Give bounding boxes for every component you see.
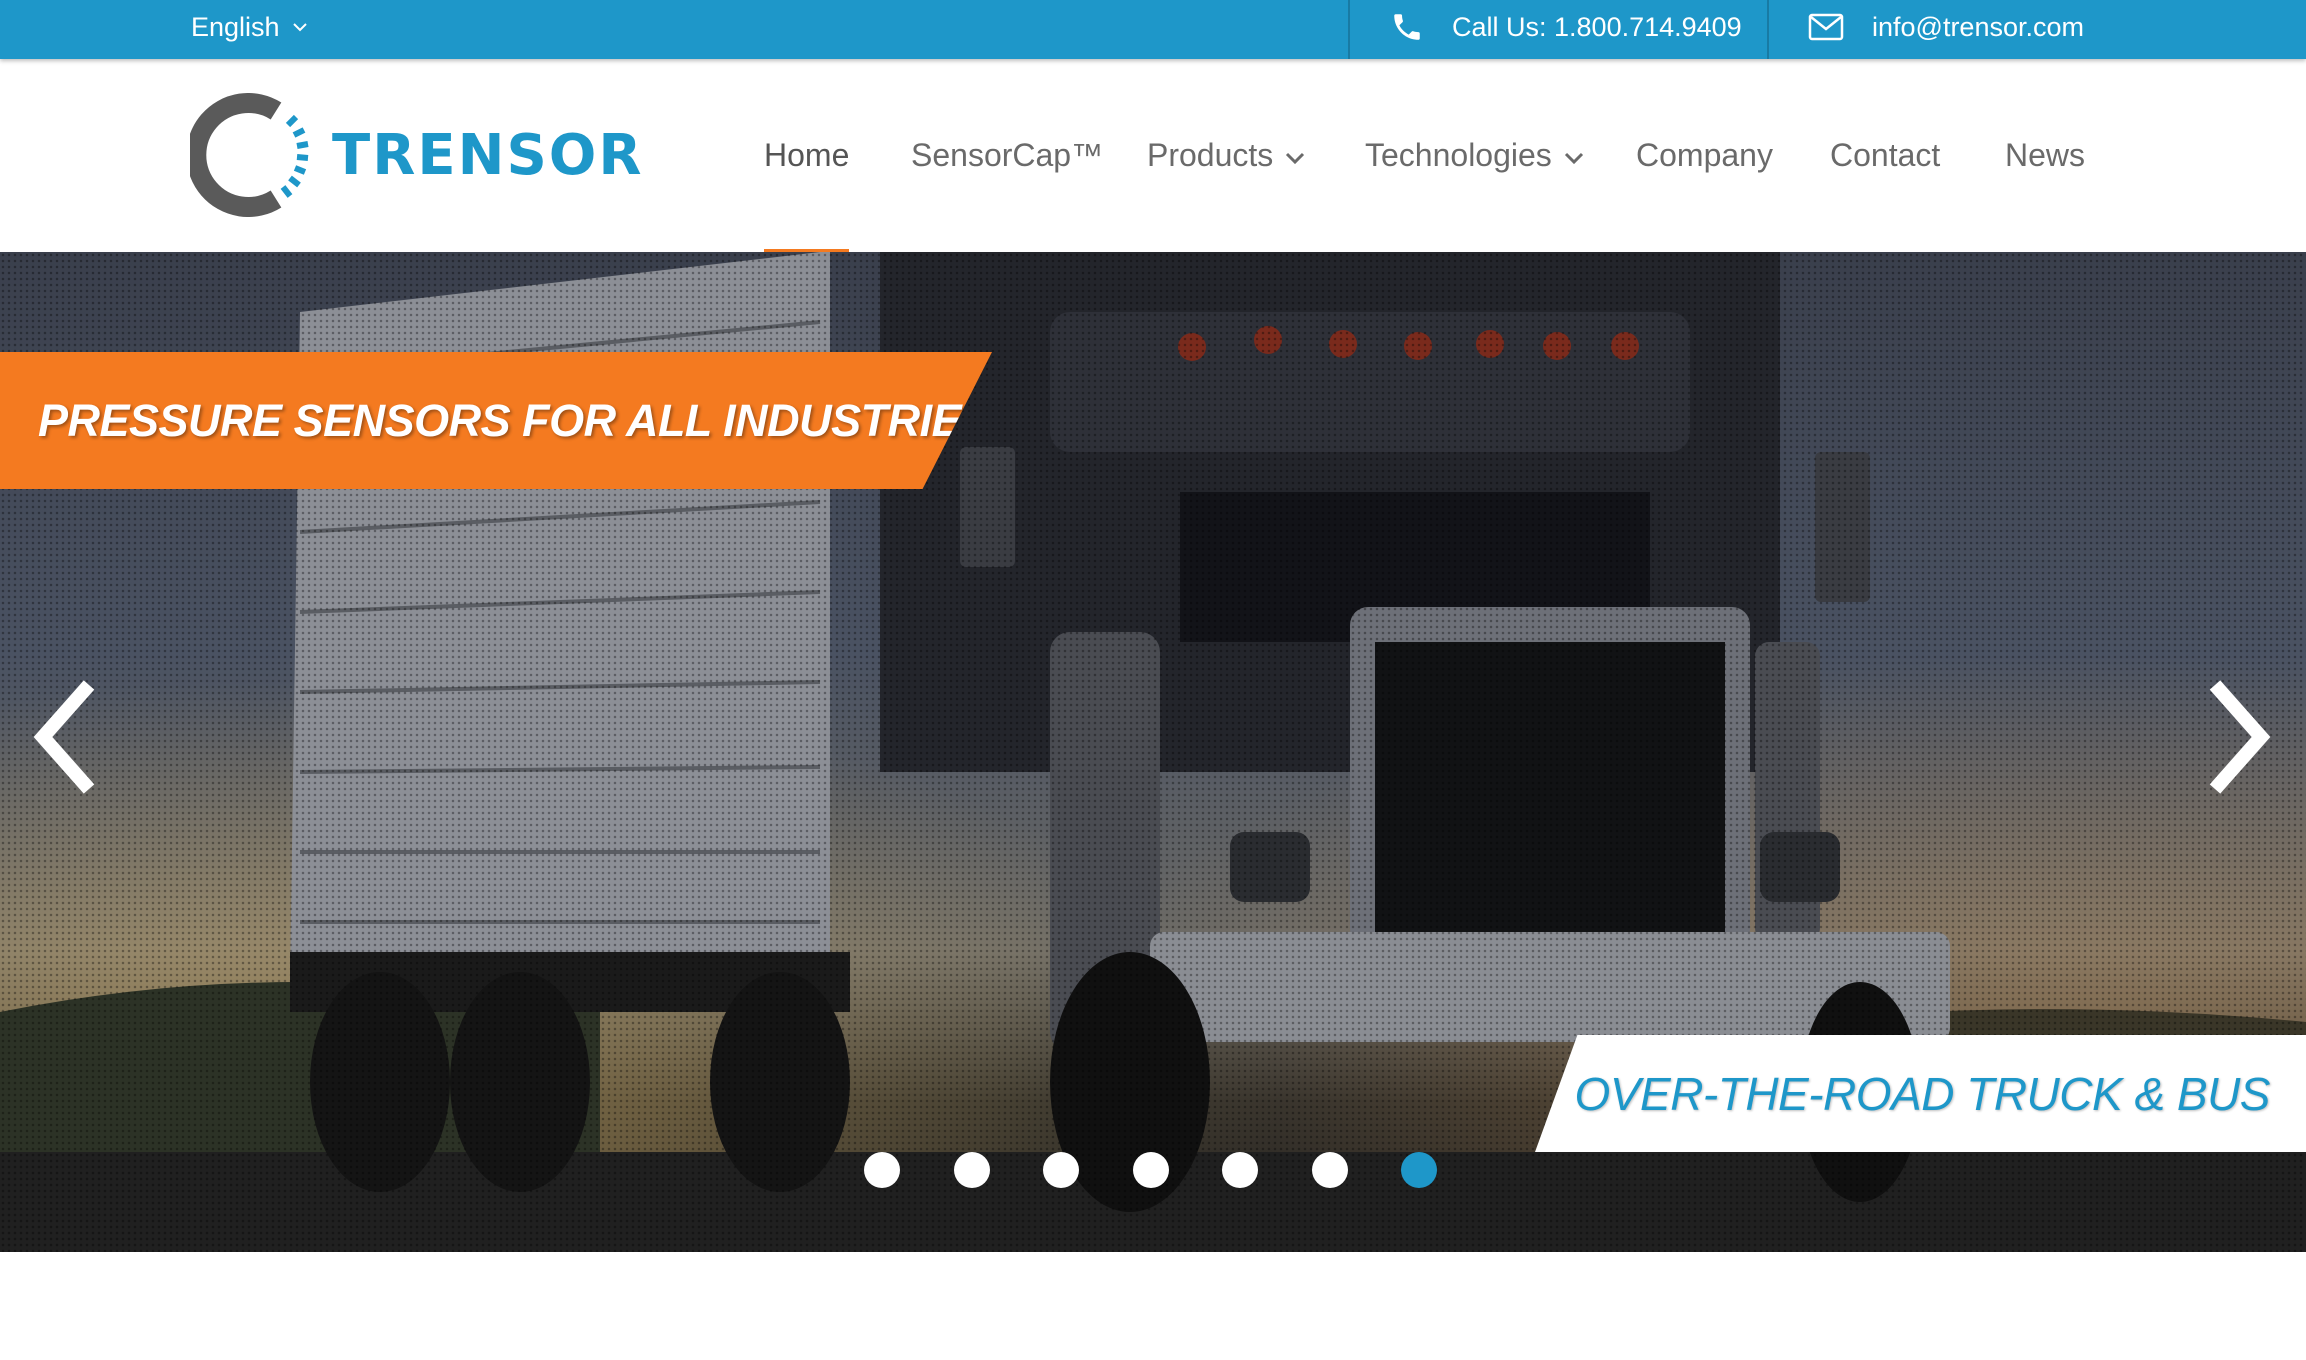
chevron-right-icon (2209, 680, 2271, 794)
slider-prev-button[interactable] (26, 677, 106, 797)
phone-label: Call Us: 1.800.714.9409 (1452, 11, 1742, 42)
caption-banner: OVER-THE-ROAD TRUCK & BUS (1535, 1035, 2306, 1152)
slider-dot[interactable] (1222, 1152, 1258, 1188)
nav-label: Products (1147, 137, 1274, 173)
chevron-down-icon (292, 23, 307, 32)
slider-pagination (0, 1152, 2306, 1222)
nav-home[interactable]: Home (764, 59, 850, 254)
phone-link[interactable]: Call Us: 1.800.714.9409 (1390, 0, 1742, 54)
nav-company[interactable]: Company (1636, 59, 1773, 252)
language-label: English (191, 11, 280, 42)
nav-label: SensorCap™ (911, 137, 1104, 173)
slider-dot[interactable] (864, 1152, 900, 1188)
nav-label: Contact (1830, 137, 1941, 173)
nav-technologies[interactable]: Technologies (1365, 59, 1584, 252)
slider-dot[interactable] (1312, 1152, 1348, 1188)
email-link[interactable]: info@trensor.com (1808, 0, 2084, 54)
slider-dot[interactable] (1043, 1152, 1079, 1188)
topbar-divider (1348, 0, 1350, 59)
topbar-divider (1767, 0, 1769, 59)
nav-label: Home (764, 137, 850, 173)
language-selector[interactable]: English (191, 0, 308, 54)
slider-dot[interactable] (1133, 1152, 1169, 1188)
nav-label: News (2005, 137, 2086, 173)
slider-dot[interactable] (1401, 1152, 1437, 1188)
nav-contact[interactable]: Contact (1830, 59, 1940, 252)
chevron-down-icon (1286, 152, 1305, 164)
slider-dot[interactable] (954, 1152, 990, 1188)
site-header: TRENSOR Home SensorCap™ Products Technol… (0, 59, 2306, 254)
hero-headline: PRESSURE SENSORS FOR ALL INDUSTRIES (38, 394, 991, 446)
envelope-icon (1808, 13, 1844, 41)
nav-label: Company (1636, 137, 1773, 173)
page-content-area (0, 1252, 2306, 1360)
hero-caption: OVER-THE-ROAD TRUCK & BUS (1574, 1067, 2271, 1120)
chevron-down-icon (1564, 152, 1583, 164)
nav-sensorcap[interactable]: SensorCap™ (911, 59, 1103, 252)
chevron-left-icon (33, 680, 95, 794)
email-label: info@trensor.com (1872, 11, 2084, 42)
phone-icon (1394, 14, 1420, 40)
top-bar: English Call Us: 1.800.714.9409 info@tre… (0, 0, 2306, 59)
headline-banner: PRESSURE SENSORS FOR ALL INDUSTRIES (0, 352, 992, 489)
hero-slider: PRESSURE SENSORS FOR ALL INDUSTRIES OVER… (0, 252, 2306, 1252)
nav-products[interactable]: Products (1147, 59, 1305, 252)
main-nav: Home SensorCap™ Products Technologies Co… (0, 59, 2306, 254)
nav-news[interactable]: News (2005, 59, 2085, 252)
slider-next-button[interactable] (2198, 677, 2278, 797)
nav-label: Technologies (1365, 137, 1552, 173)
